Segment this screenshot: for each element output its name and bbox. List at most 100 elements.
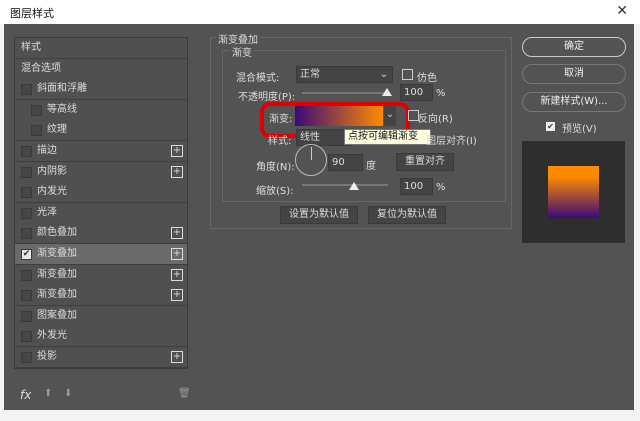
window-title: 图层样式 — [10, 7, 54, 20]
scale-slider-thumb[interactable] — [348, 182, 359, 190]
sidebar-item[interactable]: 混合选项 — [15, 58, 187, 80]
checkbox[interactable] — [21, 310, 32, 322]
checkbox[interactable] — [21, 207, 32, 219]
angle-label: 角度(N): — [256, 162, 295, 173]
add-icon[interactable]: + — [171, 289, 183, 302]
sidebar-item-label: 图案叠加 — [37, 309, 77, 321]
blend-mode-label: 混合模式: — [236, 73, 280, 84]
reset-align-button[interactable]: 重置对齐 — [396, 153, 454, 171]
sidebar-item[interactable]: 内发光 — [15, 182, 187, 204]
sidebar-item[interactable]: 内阴影 + — [15, 161, 187, 183]
sidebar-item-label: 等高线 — [47, 103, 77, 115]
opacity-label: 不透明度(P): — [238, 92, 296, 103]
chevron-down-icon: ⌄ — [379, 69, 388, 80]
move-up-icon[interactable]: ⬆ — [44, 388, 52, 399]
title-bar: 图层样式 ✕ — [0, 0, 640, 24]
close-icon[interactable]: ✕ — [616, 3, 628, 19]
add-icon[interactable]: + — [171, 165, 183, 178]
sidebar-item[interactable]: 纹理 — [15, 120, 187, 142]
sidebar-item-label: 外发光 — [37, 330, 67, 342]
sidebar-item[interactable]: 渐变叠加 + — [15, 285, 187, 307]
sidebar-item[interactable]: 样式 — [15, 38, 187, 59]
sidebar-item-label: 渐变叠加 — [37, 268, 77, 280]
sidebar-item[interactable]: 斜面和浮雕 — [15, 79, 187, 101]
new-style-button[interactable]: 新建样式(W)... — [522, 92, 626, 112]
align-with-layer-label: 图层对齐(I) — [426, 136, 477, 147]
trash-icon[interactable]: 🗑 — [178, 388, 191, 399]
tooltip: 点按可编辑渐变 — [344, 129, 431, 145]
sidebar-item[interactable]: 渐变叠加 + — [15, 264, 187, 286]
opacity-slider-thumb[interactable] — [382, 88, 393, 96]
add-icon[interactable]: + — [171, 351, 183, 363]
preview-checkbox[interactable]: ✔ — [546, 122, 555, 131]
sidebar-item[interactable]: 外发光 — [15, 326, 187, 348]
reverse-label: 反向(R) — [418, 114, 453, 125]
checkbox[interactable] — [21, 269, 32, 281]
sidebar-item[interactable]: 图案叠加 — [15, 305, 187, 327]
checkbox[interactable] — [21, 331, 32, 343]
sidebar-item[interactable]: 颜色叠加 + — [15, 223, 187, 245]
sidebar-item-label: 纹理 — [47, 124, 67, 136]
ok-button[interactable]: 确定 — [522, 37, 626, 57]
set-default-button[interactable]: 设置为默认值 — [280, 206, 358, 224]
add-icon[interactable]: + — [171, 268, 183, 281]
checkbox[interactable] — [21, 352, 32, 363]
checkbox[interactable] — [21, 228, 32, 240]
sidebar-item-label: 内阴影 — [37, 165, 67, 177]
opacity-slider[interactable] — [302, 92, 390, 94]
checkbox[interactable] — [21, 187, 32, 199]
preview-swatch — [548, 166, 599, 218]
checkbox[interactable]: ✔ — [21, 249, 32, 260]
add-icon[interactable]: + — [171, 248, 183, 260]
sidebar-item-label: 斜面和浮雕 — [37, 83, 87, 95]
opacity-input[interactable]: 100 — [400, 84, 433, 101]
style-list: 样式 混合选项 斜面和浮雕 等高线 纹理 描边 + 内阴影 + 内发光 光泽 颜色叠加 + ✔ 渐变叠加 + 渐… — [14, 37, 188, 369]
blend-mode-value: 正常 — [300, 69, 320, 80]
dither-checkbox[interactable] — [402, 69, 413, 80]
add-icon[interactable]: + — [171, 227, 183, 240]
checkbox[interactable] — [21, 146, 32, 157]
gradient-preview[interactable] — [295, 106, 383, 126]
style-label: 样式: — [268, 136, 292, 147]
add-icon[interactable]: + — [171, 145, 183, 157]
angle-dial[interactable] — [295, 144, 327, 176]
percent-label: % — [436, 88, 446, 99]
reset-default-button[interactable]: 复位为默认值 — [368, 206, 446, 224]
sidebar-item-label: 描边 — [37, 145, 57, 156]
degree-label: 度 — [366, 161, 376, 172]
layer-style-dialog: 样式 混合选项 斜面和浮雕 等高线 纹理 描边 + 内阴影 + 内发光 光泽 颜色叠加 + ✔ 渐变叠加 + 渐… — [4, 24, 634, 410]
checkbox[interactable] — [21, 166, 32, 178]
sidebar-item[interactable]: 投影 + — [15, 347, 187, 368]
checkbox[interactable] — [21, 84, 32, 96]
gradient-label: 渐变: — [269, 114, 293, 125]
checkbox[interactable] — [31, 104, 42, 116]
subgroup-title: 渐变 — [230, 44, 254, 59]
sidebar-item-label: 渐变叠加 — [37, 289, 77, 301]
sidebar-item-label: 内发光 — [37, 186, 67, 198]
style-preview — [522, 141, 625, 243]
blend-mode-select[interactable]: 正常 ⌄ — [296, 66, 393, 83]
sidebar-item-label: 渐变叠加 — [37, 248, 77, 259]
move-down-icon[interactable]: ⬇ — [64, 388, 72, 399]
percent-label: % — [436, 182, 446, 193]
sidebar-item[interactable]: 描边 + — [15, 141, 187, 162]
checkbox[interactable] — [21, 290, 32, 302]
sidebar-item-label: 光泽 — [37, 206, 57, 218]
checkbox[interactable] — [31, 125, 42, 137]
scale-label: 缩放(S): — [256, 186, 294, 197]
style-select[interactable]: 线性 — [296, 129, 351, 146]
preview-label: 预览(V) — [562, 124, 597, 135]
fx-icon[interactable]: fx — [20, 388, 31, 402]
sidebar-item[interactable]: 等高线 — [15, 99, 187, 121]
cancel-button[interactable]: 取消 — [522, 64, 626, 84]
sidebar-item-label: 投影 — [37, 351, 57, 362]
dither-label: 仿色 — [417, 73, 437, 84]
angle-input[interactable]: 90 — [328, 154, 363, 171]
sidebar-item-label: 混合选项 — [21, 62, 61, 74]
sidebar-item-label: 样式 — [21, 42, 41, 53]
sidebar-item[interactable]: 光泽 — [15, 202, 187, 224]
scale-slider[interactable] — [302, 184, 388, 186]
scale-input[interactable]: 100 — [400, 178, 433, 195]
gradient-dropdown-icon[interactable]: ⌄ — [384, 106, 396, 126]
sidebar-item[interactable]: ✔ 渐变叠加 + — [15, 244, 187, 265]
